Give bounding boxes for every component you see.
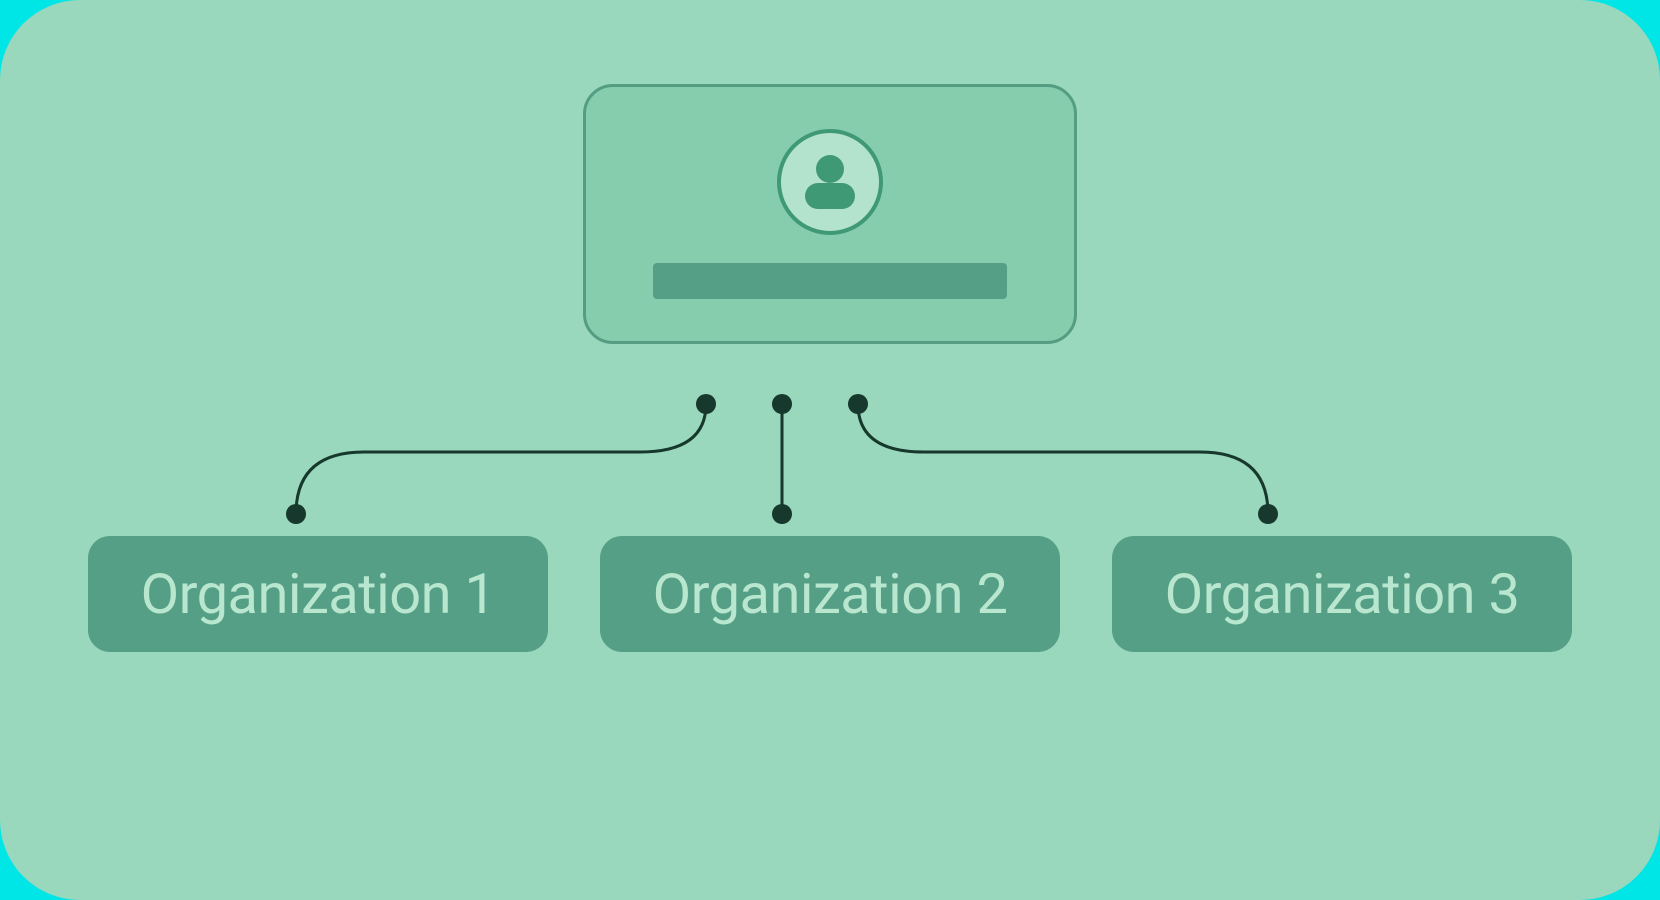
organizations-row: Organization 1 Organization 2 Organizati… xyxy=(0,536,1660,652)
user-name-placeholder xyxy=(653,263,1007,299)
user-card xyxy=(583,84,1077,344)
person-icon xyxy=(777,129,883,235)
organization-node-1: Organization 1 xyxy=(88,536,548,652)
organization-label: Organization 2 xyxy=(653,561,1008,627)
organization-node-2: Organization 2 xyxy=(600,536,1060,652)
connector-lines xyxy=(0,344,1660,564)
organization-label: Organization 3 xyxy=(1165,561,1520,627)
diagram-panel: Organization 1 Organization 2 Organizati… xyxy=(0,0,1660,900)
organization-node-3: Organization 3 xyxy=(1112,536,1572,652)
organization-label: Organization 1 xyxy=(141,561,496,627)
